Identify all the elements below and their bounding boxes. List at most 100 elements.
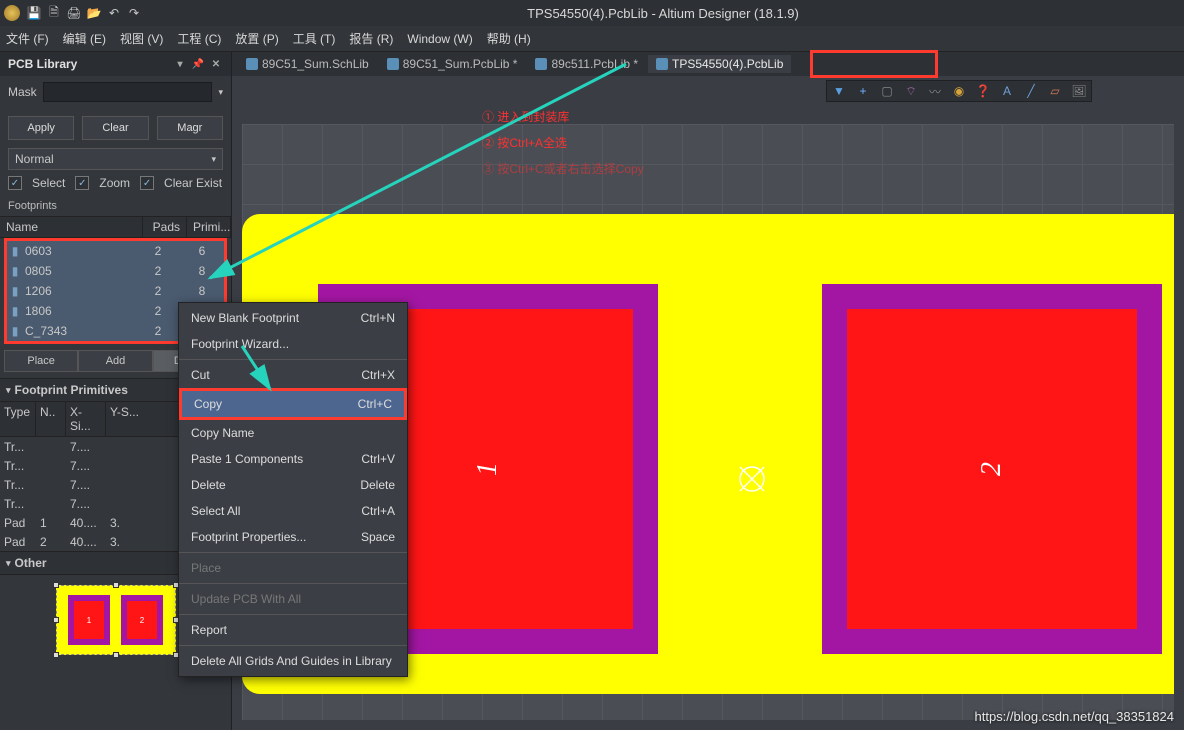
magnify-button[interactable]: Magr — [157, 116, 223, 140]
quick-redo-icon[interactable]: ↷ — [126, 5, 142, 21]
context-menu-item[interactable]: Paste 1 ComponentsCtrl+V — [179, 446, 407, 472]
context-menu-item: Place — [179, 555, 407, 581]
prim-col-x[interactable]: X-Si... — [66, 402, 106, 436]
quick-save-icon[interactable]: 💾 — [26, 5, 42, 21]
annotation-tab-highlight — [810, 50, 938, 78]
ctx-label: New Blank Footprint — [191, 311, 299, 325]
polygon-icon[interactable]: ◉ — [951, 83, 967, 99]
menu-report[interactable]: 报告 (R) — [349, 30, 393, 47]
clearexist-checkbox-label: Clear Exist — [164, 176, 222, 190]
ctx-label: Report — [191, 623, 227, 637]
menu-edit[interactable]: 编辑 (E) — [63, 30, 106, 47]
context-menu-item[interactable]: New Blank Footprint Ctrl+N — [179, 305, 407, 331]
footprint-pads: 2 — [136, 304, 180, 318]
footprint-row[interactable]: ▮060326 — [7, 241, 224, 261]
col-prim[interactable]: Primi... — [187, 217, 231, 237]
footprint-name: 1806 — [23, 304, 136, 318]
context-menu-item[interactable]: Delete All Grids And Guides in Library — [179, 648, 407, 674]
prim-col-type[interactable]: Type — [0, 402, 36, 436]
menu-tools[interactable]: 工具 (T) — [293, 30, 336, 47]
footprint-icon: ▮ — [7, 284, 23, 298]
col-pads[interactable]: Pads — [143, 217, 187, 237]
crosshair-icon[interactable]: + — [855, 83, 871, 99]
menu-help[interactable]: 帮助 (H) — [487, 30, 531, 47]
menu-project[interactable]: 工程 (C) — [177, 30, 221, 47]
footprint-name: 1206 — [23, 284, 136, 298]
prim-col-n[interactable]: N.. — [36, 402, 66, 436]
mode-value: Normal — [15, 152, 54, 166]
ctx-shortcut: Ctrl+N — [361, 311, 395, 325]
pad-2-number: 2 — [976, 462, 1008, 476]
context-menu-item[interactable]: Select AllCtrl+A — [179, 498, 407, 524]
panel-dropdown-icon[interactable]: ▾ — [173, 57, 187, 71]
ctx-label: Select All — [191, 504, 240, 518]
editor-toolbar: ▼ + ▢ ⌔ 〰 ◉ ❓ A ╱ ▱ 🖼 — [826, 80, 1092, 102]
track-tool-icon[interactable]: 〰 — [927, 83, 943, 99]
menu-window[interactable]: Window (W) — [407, 32, 472, 46]
context-menu-item: Update PCB With All — [179, 586, 407, 612]
select-checkbox-label: Select — [32, 176, 65, 190]
context-menu-item[interactable]: DeleteDelete — [179, 472, 407, 498]
footprint-name: 0805 — [23, 264, 136, 278]
quick-print-icon[interactable]: 🖨 — [66, 5, 82, 21]
clearexist-checkbox[interactable]: ✓ — [140, 176, 154, 190]
ctx-shortcut: Delete — [360, 478, 395, 492]
footprint-name: C_7343 — [23, 324, 136, 338]
document-tab[interactable]: 89c511.PcbLib * — [527, 55, 646, 73]
footprint-icon: ▮ — [7, 264, 23, 278]
document-tab[interactable]: 89C51_Sum.SchLib — [238, 55, 377, 73]
zoom-checkbox[interactable]: ✓ — [75, 176, 89, 190]
menubar: 文件 (F) 编辑 (E) 视图 (V) 工程 (C) 放置 (P) 工具 (T… — [0, 26, 1184, 52]
filter-icon[interactable]: ▼ — [831, 83, 847, 99]
apply-button[interactable]: Apply — [8, 116, 74, 140]
mask-input[interactable] — [43, 82, 213, 102]
origin-marker-icon — [737, 464, 767, 494]
image-tool-icon[interactable]: 🖼 — [1071, 83, 1087, 99]
tab-label: TPS54550(4).PcbLib — [672, 57, 783, 71]
menu-view[interactable]: 视图 (V) — [120, 30, 163, 47]
context-menu-item[interactable]: Footprint Wizard... — [179, 331, 407, 357]
line-tool-icon[interactable]: ╱ — [1023, 83, 1039, 99]
ctx-shortcut: Space — [361, 530, 395, 544]
col-name[interactable]: Name — [0, 217, 143, 237]
select-checkbox[interactable]: ✓ — [8, 176, 22, 190]
document-tab[interactable]: 89C51_Sum.PcbLib * — [379, 55, 526, 73]
quick-open-icon[interactable]: 📂 — [86, 5, 102, 21]
context-menu-item[interactable]: CopyCtrl+C — [182, 391, 404, 417]
panel-pin-icon[interactable]: 📌 — [191, 57, 205, 71]
ctx-label: Footprint Wizard... — [191, 337, 289, 351]
place-button[interactable]: Place — [4, 350, 78, 372]
footprint-row[interactable]: ▮080528 — [7, 261, 224, 281]
footprint-row[interactable]: ▮120628 — [7, 281, 224, 301]
ctx-shortcut: Ctrl+X — [361, 368, 395, 382]
quick-undo-icon[interactable]: ↶ — [106, 5, 122, 21]
pad-tool-icon[interactable]: ▢ — [879, 83, 895, 99]
menu-file[interactable]: 文件 (F) — [6, 30, 49, 47]
mask-label: Mask — [8, 85, 37, 99]
pad-2[interactable]: 2 — [822, 284, 1162, 654]
via-tool-icon[interactable]: ⌔ — [903, 83, 919, 99]
context-menu-item[interactable]: Footprint Properties...Space — [179, 524, 407, 550]
preview-pad-2: 2 — [127, 601, 157, 639]
footprint-icon: ▮ — [7, 244, 23, 258]
context-menu-item[interactable]: Copy Name — [179, 420, 407, 446]
quick-saveall-icon[interactable]: 🗎 — [46, 5, 62, 21]
watermark: https://blog.csdn.net/qq_38351824 — [975, 709, 1175, 724]
mode-select[interactable]: Normal ▾ — [8, 148, 223, 170]
tab-label: 89c511.PcbLib * — [551, 57, 638, 71]
mask-dropdown-icon[interactable]: ▾ — [218, 87, 223, 98]
panel-close-icon[interactable]: ✕ — [209, 57, 223, 71]
info-icon[interactable]: ❓ — [975, 83, 991, 99]
menu-place[interactable]: 放置 (P) — [235, 30, 278, 47]
context-menu-item[interactable]: Report — [179, 617, 407, 643]
text-tool-icon[interactable]: A — [999, 83, 1015, 99]
footprint-prim: 8 — [180, 284, 224, 298]
context-menu-item[interactable]: CutCtrl+X — [179, 362, 407, 388]
document-tab[interactable]: TPS54550(4).PcbLib — [648, 55, 791, 73]
panel-title: PCB Library — [8, 57, 77, 71]
tab-icon — [246, 58, 258, 70]
clear-button[interactable]: Clear — [82, 116, 148, 140]
tab-label: 89C51_Sum.SchLib — [262, 57, 369, 71]
add-button[interactable]: Add — [78, 350, 152, 372]
rect-tool-icon[interactable]: ▱ — [1047, 83, 1063, 99]
